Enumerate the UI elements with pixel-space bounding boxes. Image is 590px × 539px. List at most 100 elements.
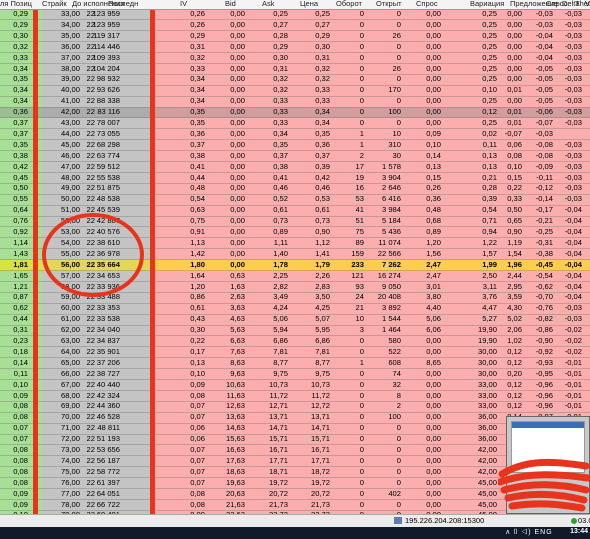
cell-put-open: 0,00 (426, 96, 441, 106)
cell-put-intrinsic: 0,00 (230, 19, 245, 29)
table-row[interactable]: 0,30 35,00 22 119 317 0,29 0,00 0,28 0,29 0 26 0,0… (0, 30, 590, 43)
cell-put-theta: -0,03 (564, 118, 582, 127)
cell-put-last: 0,54 (190, 194, 205, 204)
cell-put-bid: 9,75 (273, 368, 288, 378)
cell-put-last: 0,29 (190, 30, 205, 40)
column-header-9[interactable]: Открыт (376, 0, 402, 9)
cell-put-theta: -0,04 (564, 216, 582, 226)
cell-put-bid: 0,31 (273, 63, 288, 73)
clock[interactable]: 13:44 (570, 528, 588, 535)
cell-put-last: 0,37 (190, 139, 205, 149)
cell-call-price: 0,07 (13, 423, 28, 433)
cell-call-price: 0,07 (13, 434, 28, 444)
cell-put-last: 0,75 (190, 216, 205, 226)
cell-call-volume: 51 875 (96, 183, 120, 193)
cell-call-price: 1,81 (13, 259, 28, 269)
cell-put-trades: 0 (359, 412, 364, 422)
cell-put-theta: -0,04 (564, 270, 582, 280)
cell-call-price: 0,08 (13, 445, 28, 454)
table-row[interactable]: 0,32 36,00 22 114 446 0,31 0,00 0,29 0,30 0 0 0,00… (0, 41, 590, 54)
cell-put-theta: -0,03 (564, 19, 582, 29)
cell-put-open: 0,00 (426, 466, 441, 476)
cell-put-open: 5,06 (426, 314, 441, 324)
cell-put-last: 0,35 (190, 118, 205, 127)
cell-put-open: 0,36 (426, 194, 441, 204)
cell-put-trades: 0 (359, 85, 364, 95)
column-header-7[interactable]: Цена (300, 0, 318, 9)
table-row[interactable]: 0,62 60,00 22 33 353 0,61 3,63 4,24 4,25 21 3 892… (0, 303, 590, 315)
table-row[interactable]: 0,29 34,00 22 123 959 0,26 0,00 0,27 0,27 0 0 0,00… (0, 19, 590, 32)
column-header-11[interactable]: Вариация (470, 0, 504, 9)
table-row[interactable]: 0,35 45,00 22 68 298 0,37 0,00 0,35 0,36 1 310 0,1… (0, 139, 590, 152)
cell-call-price: 0,08 (13, 466, 28, 476)
table-row[interactable]: 0,29 33,00 22 123 959 0,26 0,00 0,25 0,25 0 0 0,00… (0, 9, 590, 21)
cell-put-open: 2,47 (426, 270, 441, 280)
cell-call-volume: 48 811 (97, 423, 120, 433)
cell-put-theta: -0,03 (564, 41, 582, 51)
cell-put-last: 0,30 (190, 325, 205, 335)
cell-put-bid: 0,41 (273, 172, 288, 182)
cell-put-bid: 3,49 (273, 292, 288, 302)
table-row[interactable]: 0,34 38,00 22 104 204 0,33 0,00 0,31 0,32 0 26 0,0… (0, 64, 590, 75)
table-row[interactable]: 0,37 43,00 22 78 007 0,35 0,00 0,33 0,34 0 0 0,00 0… (0, 118, 590, 130)
cell-put-volume: 0 (396, 466, 401, 476)
cell-put-last: 0,61 (190, 303, 205, 313)
table-row[interactable]: 0,34 41,00 22 88 338 0,34 0,00 0,33 0,33 0 0 0,00 0… (0, 96, 590, 108)
windows-taskbar: ᴧ ⌷ ◁) ENG 13:44 (0, 527, 590, 539)
cell-put-theta: -0,01 (564, 379, 582, 389)
table-row[interactable]: 0,09 68,00 22 42 324 0,08 11,63 11,72 11,72 0 8 0,… (0, 391, 590, 402)
table-row[interactable]: 0,42 47,00 22 59 512 0,41 0,00 0,38 0,39 17 1 578… (0, 162, 590, 173)
table-row[interactable]: 0,08 69,00 22 44 360 0,07 12,63 12,71 12,72 0 2 0,… (0, 401, 590, 413)
cell-put-theta: -0,03 (564, 161, 582, 171)
cell-put-bid: 16,71 (268, 445, 288, 454)
cell-put-trades: 51 (355, 216, 364, 226)
system-tray[interactable]: ᴧ ⌷ ◁) ENG (506, 529, 553, 537)
cell-put-last: 0,35 (190, 107, 205, 117)
table-row[interactable]: 0,55 50,00 22 48 538 0,54 0,00 0,52 0,53 53 6 416… (0, 194, 590, 206)
column-header-0[interactable]: ля Позиц (0, 0, 32, 9)
cell-put-last: 0,34 (190, 96, 205, 106)
table-row[interactable]: 0,34 40,00 22 93 626 0,34 0,00 0,32 0,33 0 170 0,0… (0, 85, 590, 97)
table-row[interactable]: 0,31 62,00 22 34 040 0,30 5,63 5,94 5,95 3 1 464 6… (0, 325, 590, 337)
cell-put-bid: 15,71 (268, 434, 288, 444)
cell-put-volume: 0 (396, 499, 401, 509)
table-row[interactable]: 0,37 44,00 22 73 055 0,36 0,00 0,34 0,35 1 10 0,09… (0, 128, 590, 141)
table-row[interactable]: 0,18 64,00 22 35 901 0,17 7,63 7,81 7,81 0 522 0,0… (0, 347, 590, 359)
table-row[interactable]: 0,36 42,00 22 83 116 0,35 0,00 0,33 0,34 0 100 0,0… (0, 107, 590, 119)
table-row[interactable]: 0,33 37,00 22 109 393 0,32 0,00 0,30 0,31 0 0 0,00… (0, 53, 590, 64)
table-row[interactable]: 0,11 66,00 22 38 727 0,10 9,63 9,75 9,75 0 74 0,00… (0, 368, 590, 381)
cell-put-trades: 233 (351, 259, 364, 269)
column-header-4[interactable]: IV (180, 0, 187, 9)
table-row[interactable]: 0,45 48,00 22 55 538 0,44 0,00 0,41 0,42 19 3 904… (0, 173, 590, 184)
table-row[interactable]: 0,44 61,00 22 33 538 0,43 4,63 5,06 5,07 10 1 544… (0, 314, 590, 326)
table-row[interactable]: 0,10 67,00 22 40 440 0,09 10,63 10,73 10,73 0 32 0… (0, 380, 590, 391)
cell-put-trades: 0 (359, 423, 364, 433)
table-row[interactable]: 0,14 65,00 22 37 206 0,13 8,63 8,77 8,77 1 608 8,6… (0, 358, 590, 370)
cell-put-volume: 26 (392, 63, 401, 73)
column-header-5[interactable]: Bid (225, 0, 236, 9)
table-row[interactable]: 0,08 70,00 22 46 528 0,07 13,63 13,71 13,71 0 100… (0, 412, 590, 424)
connection-address: 195.226.204.208:15300 (405, 516, 485, 525)
cell-put-bid: 0,33 (273, 118, 288, 127)
column-header-6[interactable]: Ask (262, 0, 275, 9)
cell-put-volume: 170 (388, 85, 401, 95)
cell-put-intrinsic: 5,63 (230, 325, 245, 335)
cell-put-last: 0,36 (190, 128, 205, 138)
column-header-10[interactable]: Спрос (416, 0, 438, 9)
cell-call-price: 0,34 (13, 63, 28, 73)
column-header-8[interactable]: Оборот (336, 0, 362, 9)
cell-put-theta: -0,03 (564, 303, 582, 313)
table-row[interactable]: 0,50 49,00 22 51 875 0,48 0,00 0,46 0,46 16 2 646… (0, 183, 590, 195)
table-row[interactable]: 0,07 71,00 22 48 811 0,06 14,63 14,71 14,71 0 0 0,… (0, 423, 590, 435)
table-row[interactable]: 0,35 39,00 22 98 932 0,34 0,00 0,32 0,32 0 0 0,00 0… (0, 74, 590, 86)
column-header-1[interactable]: Страйк (42, 0, 67, 9)
column-header-16[interactable]: Vega PUT (585, 0, 590, 9)
table-row[interactable]: 0,38 46,00 22 63 774 0,38 0,00 0,37 0,37 2 30 0,14… (0, 151, 590, 163)
cell-put-trades: 0 (359, 445, 364, 454)
table-row[interactable]: 0,23 63,00 22 34 837 0,22 6,63 6,86 6,86 0 580 0,0… (0, 336, 590, 348)
cell-put-trades: 0 (359, 74, 364, 84)
cell-put-volume: 5 436 (381, 227, 401, 236)
column-header-row: ля Позиц Страйк До исполнения Последн IV Bid A… (0, 0, 590, 10)
column-header-3[interactable]: Последн (108, 0, 138, 9)
table-row[interactable]: 0,07 72,00 22 51 193 0,06 15,63 15,71 15,71 0 0 0,… (0, 434, 590, 446)
